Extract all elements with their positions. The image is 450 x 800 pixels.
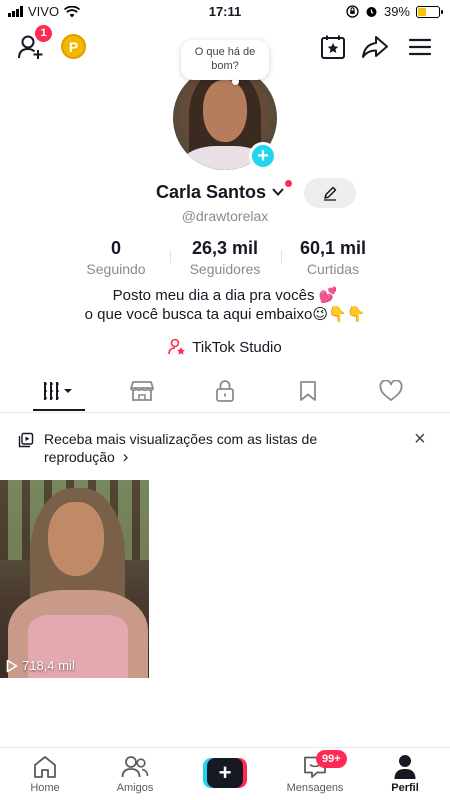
- bio-line: o que você busca ta aqui embaixo😉👇👇: [84, 306, 366, 323]
- stat-label: Seguindo: [86, 261, 146, 277]
- bio-line: Posto meu dia a dia pra vocês 💕: [112, 287, 338, 304]
- video-thumbnail[interactable]: 718,4 mil: [0, 480, 149, 678]
- stats-row: 0 Seguindo 26,3 mil Seguidores 60,1 mil …: [0, 238, 450, 278]
- status-bar: VIVO 17:11 39%: [0, 0, 450, 24]
- lock-icon: [216, 380, 234, 402]
- tiktok-studio-link[interactable]: TikTok Studio: [0, 338, 450, 356]
- battery-icon: [416, 5, 443, 18]
- alarm-icon: [366, 7, 377, 17]
- add-avatar-button[interactable]: +: [249, 142, 277, 170]
- active-tab-indicator: [33, 409, 85, 411]
- create-button[interactable]: +: [203, 758, 247, 788]
- edit-profile-button[interactable]: [304, 178, 356, 208]
- tab-videos[interactable]: [32, 377, 86, 405]
- nav-friends[interactable]: Amigos: [95, 752, 175, 794]
- bookmark-icon: [300, 381, 316, 401]
- stat-value: 60,1 mil: [299, 238, 367, 258]
- rotation-lock-icon: [346, 5, 359, 18]
- pencil-icon: [324, 186, 337, 201]
- profile-bio: Posto meu dia a dia pra vocês 💕 o que vo…: [0, 286, 450, 324]
- nav-label: Mensagens: [286, 782, 344, 794]
- calendar-button[interactable]: [318, 32, 348, 62]
- nav-label: Perfil: [391, 782, 419, 794]
- nav-home[interactable]: Home: [5, 752, 85, 794]
- bubble-tail: [232, 78, 239, 85]
- profile-icon: [394, 755, 416, 779]
- studio-icon: [168, 338, 186, 355]
- tab-shop[interactable]: [115, 377, 169, 405]
- view-count: 718,4 mil: [22, 658, 75, 673]
- profile-name[interactable]: Carla Santos: [156, 182, 266, 203]
- nav-profile[interactable]: Perfil: [365, 752, 445, 794]
- stat-value: 0: [110, 238, 121, 258]
- coin-icon: P: [61, 34, 86, 59]
- tab-private[interactable]: [198, 377, 252, 405]
- video-views: 718,4 mil: [6, 658, 75, 673]
- name-row: Carla Santos: [0, 180, 450, 206]
- close-banner-button[interactable]: ×: [414, 429, 426, 449]
- chevron-down-icon[interactable]: [271, 186, 285, 198]
- status-bubble[interactable]: O que há de bom?: [181, 40, 269, 80]
- star-calendar-icon: [321, 35, 345, 59]
- banner-text: Receba mais visualizações com as listas …: [44, 431, 318, 466]
- profile-tabs: [0, 371, 450, 413]
- friends-icon: [121, 756, 149, 778]
- home-icon: [34, 756, 56, 778]
- heart-icon: [379, 380, 403, 401]
- stat-likes[interactable]: 60,1 mil Curtidas: [273, 238, 393, 277]
- stat-following[interactable]: 0 Seguindo: [56, 238, 176, 277]
- menu-button[interactable]: [405, 32, 435, 62]
- tab-liked[interactable]: [364, 377, 418, 405]
- nav-label: Amigos: [116, 782, 154, 794]
- add-friend-badge: 1: [35, 25, 52, 42]
- nav-label: Home: [30, 782, 60, 794]
- studio-label: TikTok Studio: [192, 338, 282, 356]
- battery-percent: 39%: [383, 4, 410, 19]
- playlist-icon: [18, 432, 34, 448]
- share-icon: [362, 36, 388, 58]
- chevron-right-icon: ›: [122, 447, 129, 466]
- stat-label: Seguidores: [189, 261, 261, 277]
- stat-label: Curtidas: [306, 261, 360, 277]
- messages-badge: 99+: [316, 750, 347, 768]
- stat-followers[interactable]: 26,3 mil Seguidores: [165, 238, 285, 277]
- account-notification-dot: [285, 180, 292, 187]
- playlist-banner[interactable]: Receba mais visualizações com as listas …: [0, 420, 450, 470]
- play-icon: [6, 659, 18, 672]
- plus-icon: +: [257, 145, 269, 167]
- profile-handle: @drawtorelax: [181, 208, 269, 224]
- coin-button[interactable]: P: [61, 34, 86, 59]
- bottom-navigation: Home Amigos + Mensagens Perfil: [0, 747, 450, 800]
- stat-value: 26,3 mil: [191, 238, 259, 258]
- tab-saved[interactable]: [281, 377, 335, 405]
- create-icon: +: [207, 758, 243, 788]
- videos-grid-icon: [44, 382, 72, 400]
- shop-icon: [130, 381, 154, 401]
- menu-icon: [408, 38, 432, 56]
- share-profile-button[interactable]: [360, 32, 390, 62]
